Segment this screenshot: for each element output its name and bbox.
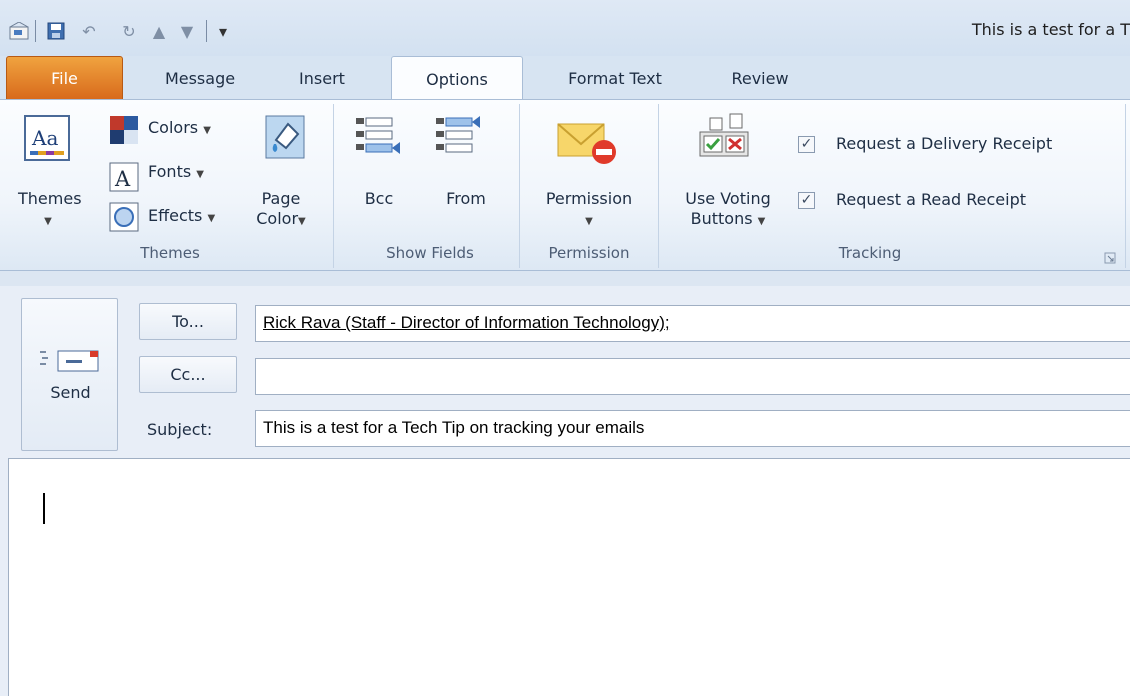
page-color-label-line2[interactable]: Color [256, 209, 298, 228]
tab-file[interactable]: File [6, 56, 123, 100]
voting-label-line1[interactable]: Use Voting [666, 188, 790, 210]
fonts-icon[interactable]: A [109, 162, 139, 192]
themes-group-label: Themes [140, 244, 200, 262]
permission-group-label: Permission [548, 244, 630, 262]
dialog-launcher-icon[interactable] [1104, 250, 1116, 264]
down-arrow-icon[interactable]: ▼ [176, 20, 198, 42]
subject-label: Subject: [147, 420, 213, 439]
redo-icon[interactable]: ↻ [118, 20, 140, 42]
svg-text:A: A [114, 167, 131, 191]
to-recipient[interactable]: Rick Rava (Staff - Director of Informati… [263, 313, 665, 332]
permission-icon[interactable] [556, 118, 622, 166]
subject-field[interactable]: This is a test for a Tech Tip on trackin… [255, 410, 1130, 447]
delivery-receipt-checkbox[interactable]: ✓ [798, 136, 815, 153]
bcc-label[interactable]: Bcc [355, 188, 403, 210]
page-color-label-line1[interactable]: Page [242, 188, 320, 210]
to-button[interactable]: To... [139, 303, 237, 340]
effects-label: Effects [148, 206, 203, 225]
tracking-group-label: Tracking [838, 244, 902, 262]
customize-icon[interactable]: ▾ [212, 20, 234, 42]
ribbon-bottom-bar [0, 271, 1130, 286]
fonts-label: Fonts [148, 162, 192, 181]
tab-format-text[interactable]: Format Text [540, 56, 690, 100]
voting-buttons-button: Buttons ▼ [690, 209, 766, 228]
from-icon[interactable] [434, 114, 482, 162]
permission-button-label[interactable]: Permission [530, 188, 648, 210]
fonts-button[interactable]: Fonts ▼ [148, 162, 204, 181]
undo-icon[interactable]: ↶ [78, 20, 100, 42]
tab-review[interactable]: Review [704, 56, 816, 100]
tab-options[interactable]: Options [391, 56, 523, 102]
ribbon-tabs: File Message Insert Options Format Text … [0, 56, 1130, 102]
from-label[interactable]: From [434, 188, 498, 210]
effects-button[interactable]: Effects ▼ [148, 206, 215, 225]
bcc-icon[interactable] [354, 114, 402, 162]
colors-icon[interactable] [109, 115, 139, 145]
read-receipt-label[interactable]: Request a Read Receipt [836, 190, 1026, 209]
to-field[interactable]: Rick Rava (Staff - Director of Informati… [255, 305, 1130, 342]
colors-label: Colors [148, 118, 199, 137]
read-receipt-checkbox[interactable]: ✓ [798, 192, 815, 209]
delivery-receipt-label[interactable]: Request a Delivery Receipt [836, 134, 1052, 153]
tab-message[interactable]: Message [140, 56, 260, 100]
to-separator: ; [664, 313, 670, 332]
page-color-button: Color▼ [256, 209, 306, 228]
svg-text:Aa: Aa [31, 126, 58, 150]
ribbon: Aa Themes ▼ Colors ▼ A Fonts ▼ Effects ▼… [0, 99, 1130, 271]
up-arrow-icon[interactable]: ▲ [148, 20, 170, 42]
show-fields-group-label: Show Fields [386, 244, 474, 262]
save-icon[interactable] [45, 20, 67, 42]
effects-icon[interactable] [109, 202, 139, 232]
send-icon [40, 347, 102, 373]
window-title: This is a test for a T [971, 20, 1130, 39]
quick-access-toolbar: ↶ ↻ ▲ ▼ ▾ This is a test for a T [0, 0, 1130, 56]
text-cursor [43, 493, 45, 524]
themes-icon[interactable]: Aa [24, 115, 70, 161]
message-body-editor[interactable] [8, 458, 1130, 696]
send-label: Send [50, 383, 91, 402]
voting-buttons-icon[interactable] [696, 112, 754, 160]
themes-button-label[interactable]: Themes [18, 188, 82, 210]
cc-button[interactable]: Cc... [139, 356, 237, 393]
page-color-icon[interactable] [262, 112, 308, 160]
cc-field[interactable] [255, 358, 1130, 395]
send-button[interactable]: Send [21, 298, 118, 451]
outlook-icon[interactable] [8, 20, 30, 42]
voting-label-line2[interactable]: Buttons [691, 209, 753, 228]
tab-insert[interactable]: Insert [272, 56, 372, 100]
colors-button[interactable]: Colors ▼ [148, 118, 211, 137]
